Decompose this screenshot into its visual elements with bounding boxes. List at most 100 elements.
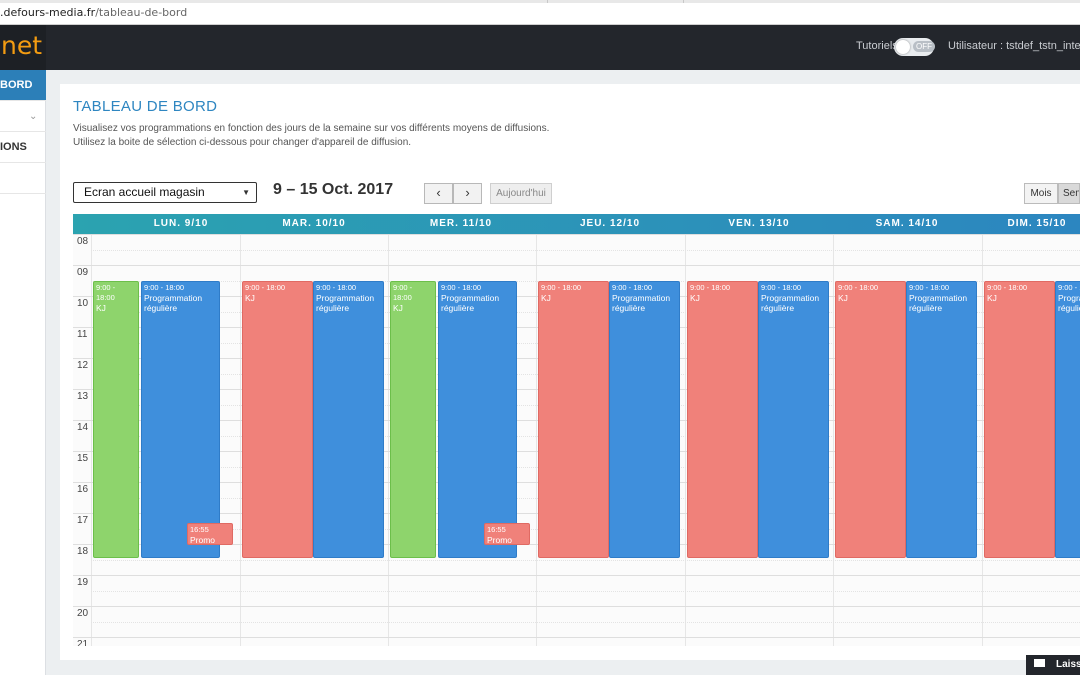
event-title: Programmation régulière xyxy=(761,293,820,313)
event-title: Programmation régulière xyxy=(316,293,375,313)
event-title: KJ xyxy=(838,293,848,303)
event-time: 9:00 - 18:00 xyxy=(144,283,185,292)
event-title: Promo xyxy=(190,535,216,545)
promo-event[interactable]: 16:55 Promo xyxy=(484,523,530,545)
day-header-6: SAM. 14/10 xyxy=(875,218,939,229)
programmation-event[interactable]: 9:00 - 18:00Programmation régulière xyxy=(1055,281,1080,558)
half-hour-line xyxy=(91,560,1080,561)
app-header: net Tutoriels OFF Utilisateur : tstdef_t… xyxy=(0,25,1080,70)
app-logo[interactable]: net xyxy=(0,25,46,70)
hour-label: 19 xyxy=(77,577,89,588)
promo-event[interactable]: 16:55 Promo xyxy=(187,523,233,545)
date-range: 9 – 15 Oct. 2017 xyxy=(273,181,394,198)
day-header-1: LUN. 9/10 xyxy=(153,218,209,229)
half-hour-line xyxy=(91,591,1080,592)
envelope-icon xyxy=(1034,659,1045,668)
hour-label: 16 xyxy=(77,484,89,495)
event-time: 9:00 - 18:00 xyxy=(1058,283,1080,292)
day-header-3: MER. 11/10 xyxy=(429,218,493,229)
hour-label: 18 xyxy=(77,546,89,557)
hour-label: 14 xyxy=(77,422,89,433)
event-time: 9:00 - 18:00 xyxy=(316,283,357,292)
hour-label: 20 xyxy=(77,608,89,619)
hour-label: 10 xyxy=(77,298,89,309)
event-title: Promo xyxy=(487,535,513,545)
url-host: .defours-media.fr xyxy=(0,6,96,19)
hour-row[interactable]: 08 xyxy=(73,234,1080,265)
kj-event[interactable]: 9:00 - 18:00 KJ xyxy=(538,281,609,558)
kj-event[interactable]: 9:00 - 18:00 KJ xyxy=(93,281,139,558)
sidebar-item-expandable[interactable]: ⌄ xyxy=(0,101,46,132)
device-select[interactable]: Ecran accueil magasin ▼ xyxy=(73,182,257,203)
hour-label: 12 xyxy=(77,360,89,371)
event-time: 9:00 - 18:00 xyxy=(838,283,879,292)
next-week-button[interactable]: › xyxy=(453,183,482,204)
chevron-right-icon: › xyxy=(465,185,470,200)
event-title: Programmation régulière xyxy=(1058,293,1080,313)
event-time: 9:00 - 18:00 xyxy=(441,283,482,292)
event-time: 9:00 - 18:00 xyxy=(541,283,582,292)
sidebar-item-diffusions[interactable]: IONS xyxy=(0,132,46,163)
kj-event[interactable]: 9:00 - 18:00 KJ xyxy=(390,281,436,558)
page-title: TABLEAU DE BORD xyxy=(73,98,218,115)
today-button[interactable]: Aujourd'hui xyxy=(490,183,552,204)
event-time: 9:00 - 18:00 xyxy=(987,283,1028,292)
view-week-button[interactable]: Semaine xyxy=(1058,183,1080,204)
hour-label: 21 xyxy=(77,639,89,646)
sidebar-item-label: IONS xyxy=(0,141,27,153)
event-title: KJ xyxy=(96,303,106,313)
event-time: 9:00 - 18:00 xyxy=(393,283,413,302)
user-label[interactable]: Utilisateur : tstdef_tstn_interfac xyxy=(948,40,1080,52)
programmation-event[interactable]: 9:00 - 18:00Programmation régulière xyxy=(141,281,220,558)
event-time: 9:00 - 18:00 xyxy=(909,283,950,292)
caret-down-icon: ▼ xyxy=(242,188,250,197)
programmation-event[interactable]: 9:00 - 18:00Programmation régulière xyxy=(313,281,384,558)
event-title: KJ xyxy=(245,293,255,303)
event-title: KJ xyxy=(393,303,403,313)
hour-row[interactable]: 19 xyxy=(73,575,1080,606)
hour-label: 09 xyxy=(77,267,89,278)
url-path: /tableau-de-bord xyxy=(95,6,188,19)
day-header-5: VEN. 13/10 xyxy=(728,218,790,229)
event-time: 9:00 - 18:00 xyxy=(761,283,802,292)
browser-address-bar[interactable]: .defours-media.fr/tableau-de-bord xyxy=(0,0,1080,25)
leave-message-button[interactable]: Laissez un message xyxy=(1026,655,1080,675)
event-title: KJ xyxy=(541,293,551,303)
kj-event[interactable]: 9:00 - 18:00 KJ xyxy=(835,281,906,558)
toggle-state: OFF xyxy=(913,41,935,52)
prev-week-button[interactable]: ‹ xyxy=(424,183,453,204)
event-time: 16:55 xyxy=(190,525,209,534)
main-panel: TABLEAU DE BORD Visualisez vos programma… xyxy=(60,84,1080,660)
hour-label: 11 xyxy=(77,329,88,340)
view-month-button[interactable]: Mois xyxy=(1024,183,1058,204)
day-header-row: LUN. 9/10 MAR. 10/10 MER. 11/10 JEU. 12/10 V… xyxy=(73,214,1080,234)
description-line-1: Visualisez vos programmations en fonctio… xyxy=(73,123,550,134)
sidebar: BORD ⌄ IONS xyxy=(0,70,46,675)
event-time: 9:00 - 18:00 xyxy=(690,283,731,292)
programmation-event[interactable]: 9:00 - 18:00Programmation régulière xyxy=(438,281,517,558)
kj-event[interactable]: 9:00 - 18:00 KJ xyxy=(687,281,758,558)
day-header-4: JEU. 12/10 xyxy=(579,218,641,229)
event-time: 9:00 - 18:00 xyxy=(245,283,286,292)
programmation-event[interactable]: 9:00 - 18:00Programmation régulière xyxy=(758,281,829,558)
hour-row[interactable]: 20 xyxy=(73,606,1080,637)
day-header-2: MAR. 10/10 xyxy=(282,218,346,229)
sidebar-item-4[interactable] xyxy=(0,163,46,194)
kj-event[interactable]: 9:00 - 18:00 KJ xyxy=(242,281,313,558)
hour-label: 08 xyxy=(77,236,89,247)
event-title: Programmation régulière xyxy=(909,293,968,313)
kj-event[interactable]: 9:00 - 18:00 KJ xyxy=(984,281,1055,558)
half-hour-line xyxy=(91,622,1080,623)
hour-label: 13 xyxy=(77,391,89,402)
hour-label: 15 xyxy=(77,453,89,464)
hour-row[interactable]: 21 xyxy=(73,637,1080,646)
programmation-event[interactable]: 9:00 - 18:00Programmation régulière xyxy=(609,281,680,558)
programmation-event[interactable]: 9:00 - 18:00Programmation régulière xyxy=(906,281,977,558)
device-select-value: Ecran accueil magasin xyxy=(84,185,205,199)
description-line-2: Utilisez la boite de sélection ci-dessou… xyxy=(73,137,412,148)
tutoriels-label: Tutoriels xyxy=(856,40,898,52)
sidebar-item-tableau-de-bord[interactable]: BORD xyxy=(0,70,46,101)
chat-label: Laissez un message xyxy=(1056,659,1080,670)
page-description: Visualisez vos programmations en fonctio… xyxy=(73,122,549,150)
tutoriels-toggle[interactable]: OFF xyxy=(894,38,935,56)
